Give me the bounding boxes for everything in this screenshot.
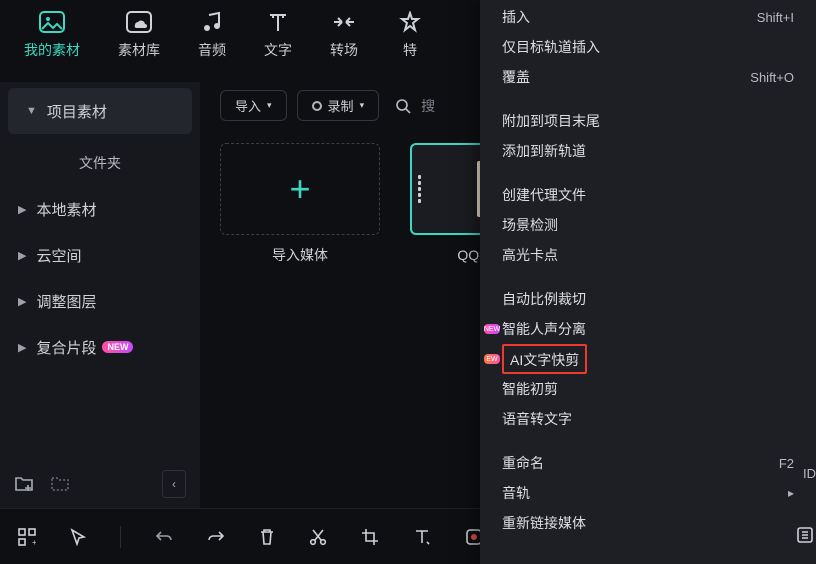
ctx-voice-separation[interactable]: NEW 智能人声分离 [480,314,816,344]
new-folder-icon[interactable] [14,475,34,493]
chevron-right-icon: ▶ [18,249,26,262]
search-icon[interactable] [395,98,411,114]
ctx-add-track[interactable]: 添加到新轨道 [480,136,816,166]
ctx-rename[interactable]: 重命名 F2 [480,448,816,478]
sidebar-item-project[interactable]: ▼ 项目素材 [8,88,192,134]
import-dropdown[interactable]: 导入 ▾ [220,90,287,121]
ctx-insert[interactable]: 插入 Shift+I [480,2,816,32]
chevron-right-icon: ▶ [18,341,26,354]
ctx-scene-detect[interactable]: 场景检测 [480,210,816,240]
new-badge: NEW [102,341,133,353]
sidebar-item-label: 复合片段 [36,337,96,358]
ctx-relink-media[interactable]: 重新链接媒体 [480,508,816,538]
cut-icon[interactable] [309,528,327,546]
undo-icon[interactable] [155,529,173,545]
chevron-right-icon: ▶ [18,295,26,308]
collapse-sidebar-button[interactable]: ‹ [162,470,186,498]
chevron-down-icon: ▼ [26,105,37,117]
import-drop-zone[interactable]: + [220,143,380,235]
settings-icon[interactable] [796,526,814,544]
folder-icon[interactable] [50,475,70,493]
tab-my-material[interactable]: 我的素材 [24,10,80,60]
shortcut-label: Shift+I [757,10,794,25]
star-icon [396,10,424,34]
sidebar-item-folder[interactable]: 文件夹 [0,140,200,186]
sidebar-bottom: ‹ [0,460,200,508]
sidebar-item-label: 项目素材 [47,101,107,122]
ctx-auto-crop[interactable]: 自动比例裁切 [480,284,816,314]
ctx-ai-text-cut[interactable]: EW AI文字快剪 [480,344,816,374]
chevron-right-icon: ▶ [18,203,26,216]
music-icon [198,10,226,34]
tab-transition[interactable]: 转场 [330,10,358,60]
filmstrip-icon [418,175,421,203]
sidebar-item-local[interactable]: ▶ 本地素材 [0,186,200,232]
pointer-icon[interactable] [70,528,86,546]
sidebar-item-label: 调整图层 [36,291,96,312]
text-icon [264,10,292,34]
svg-text:+: + [32,538,36,546]
tab-material-lib[interactable]: 素材库 [118,10,160,60]
search-placeholder: 搜 [421,96,435,116]
sidebar-item-label: 云空间 [36,245,81,266]
ctx-target-insert[interactable]: 仅目标轨道插入 [480,32,816,62]
record-icon [312,101,322,111]
tab-effects[interactable]: 特 [396,10,424,60]
ctx-smart-cut[interactable]: 智能初剪 [480,374,816,404]
new-badge-icon: NEW [484,324,500,334]
record-label: 录制 [328,96,354,115]
shortcut-label: F2 [779,456,794,471]
highlight-annotation: AI文字快剪 [502,344,587,374]
chevron-down-icon: ▾ [360,100,365,111]
tab-audio[interactable]: 音频 [198,10,226,60]
ctx-audio-track[interactable]: 音轨 ▸ [480,478,816,508]
sidebar-item-cloud[interactable]: ▶ 云空间 [0,232,200,278]
new-badge-icon: EW [484,354,500,364]
chevron-down-icon: ▾ [267,100,272,111]
ctx-cover[interactable]: 覆盖 Shift+O [480,62,816,92]
sidebar-item-adjust[interactable]: ▶ 调整图层 [0,278,200,324]
context-menu: 插入 Shift+I 仅目标轨道插入 覆盖 Shift+O 附加到项目末尾 添加… [480,0,816,564]
image-icon [38,10,66,34]
ctx-speech-to-text[interactable]: 语音转文字 [480,404,816,434]
text-tool-icon[interactable] [413,528,431,546]
media-label: 导入媒体 [272,245,328,265]
crop-icon[interactable] [361,528,379,546]
chevron-right-icon: ▸ [788,486,794,500]
right-panel-label: ID [803,466,816,481]
sidebar-item-label: 文件夹 [79,153,121,173]
shortcut-label: Shift+O [750,70,794,85]
redo-icon[interactable] [207,529,225,545]
cloud-icon [125,10,153,34]
sidebar-item-compound[interactable]: ▶ 复合片段 NEW [0,324,200,370]
record-dropdown[interactable]: 录制 ▾ [297,90,380,121]
ctx-create-proxy[interactable]: 创建代理文件 [480,180,816,210]
delete-icon[interactable] [259,528,275,546]
sidebar-item-label: 本地素材 [36,199,96,220]
import-media-card[interactable]: + 导入媒体 [220,143,380,265]
import-label: 导入 [235,96,261,115]
transition-icon [330,10,358,34]
ctx-highlight[interactable]: 高光卡点 [480,240,816,270]
sidebar: ▼ 项目素材 文件夹 ▶ 本地素材 ▶ 云空间 ▶ 调整图层 ▶ 复合片段 NE… [0,82,200,508]
plus-icon: + [289,168,310,210]
ctx-append-end[interactable]: 附加到项目末尾 [480,106,816,136]
grid-icon[interactable]: + [18,528,36,546]
tab-text[interactable]: 文字 [264,10,292,60]
